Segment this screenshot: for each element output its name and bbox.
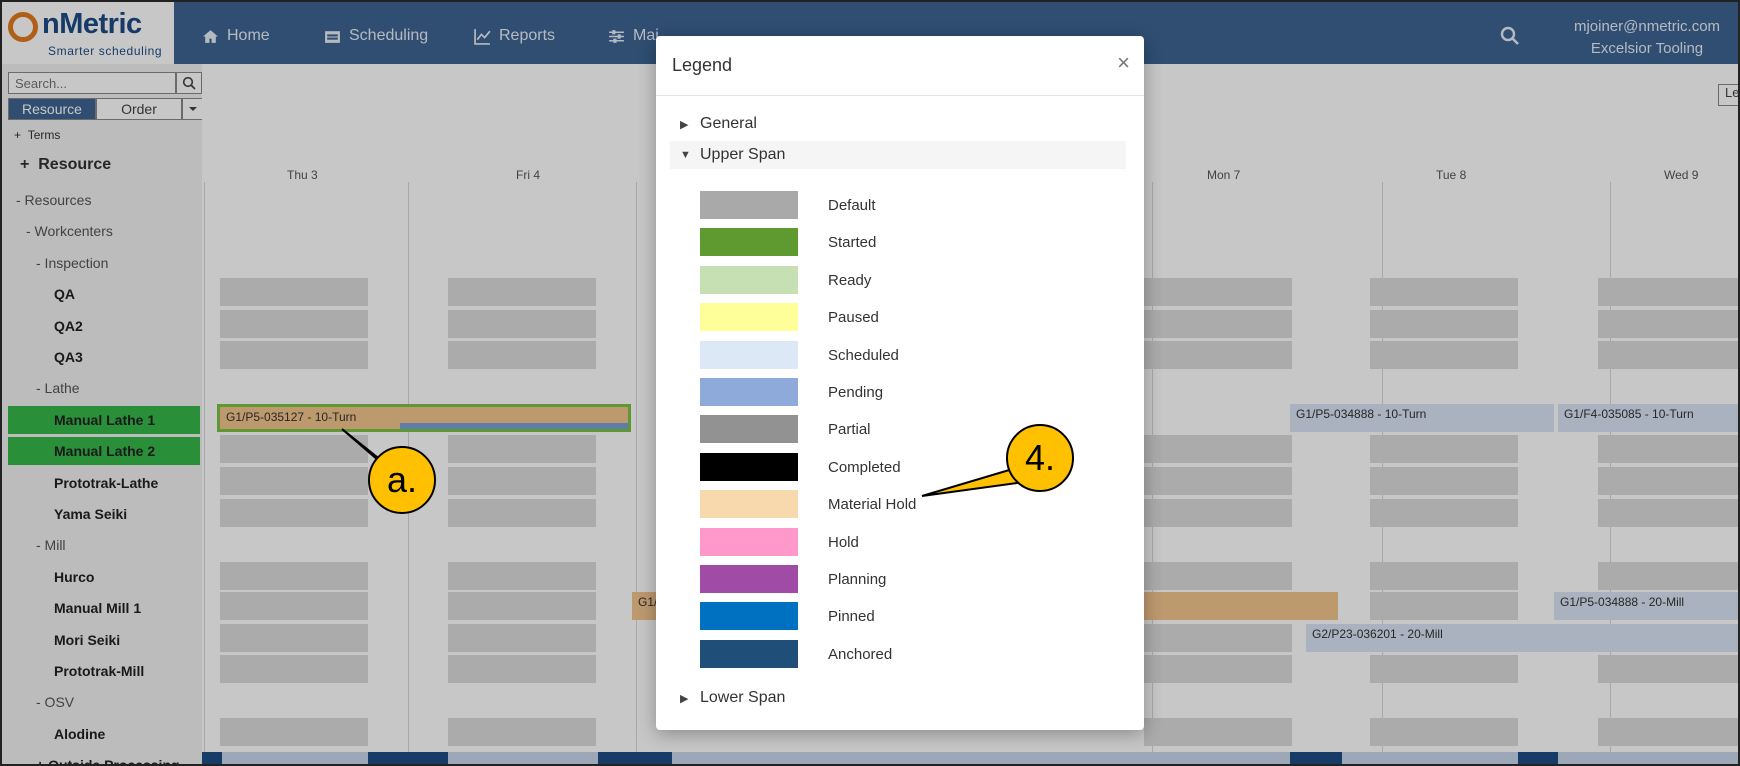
callout-4: 4.	[1006, 424, 1074, 492]
legend-label: Ready	[828, 271, 872, 289]
caret-right-icon: ▶	[680, 118, 689, 131]
legend-swatch	[700, 602, 798, 631]
legend-swatch	[700, 490, 798, 519]
legend-label: Started	[828, 234, 877, 252]
section-upper-label: Upper Span	[700, 146, 786, 163]
legend-label: Completed	[828, 458, 901, 476]
legend-swatch	[700, 452, 798, 481]
legend-label: Paused	[828, 309, 879, 327]
legend-swatch	[700, 565, 798, 593]
legend-label: Default	[828, 197, 876, 214]
legend-swatch	[700, 303, 798, 332]
legend-label: Material Hold	[828, 496, 917, 514]
legend-swatch	[700, 228, 798, 257]
legend-swatch	[700, 415, 798, 444]
legend-label: Scheduled	[828, 346, 899, 364]
callout-a: a.	[368, 446, 436, 514]
caret-down-icon: ▼	[680, 149, 691, 161]
section-lower-label: Lower Span	[700, 689, 786, 706]
legend-swatch	[700, 340, 798, 369]
legend-label: Partial	[828, 421, 871, 439]
legend-swatch	[700, 378, 798, 406]
legend-label: Planning	[828, 571, 887, 588]
section-lower-span[interactable]: ▶ Lower Span	[670, 684, 1126, 712]
legend-swatch	[700, 527, 798, 556]
legend-label: Hold	[828, 533, 859, 551]
legend-swatch	[700, 265, 798, 294]
legend-swatch	[700, 191, 798, 219]
app-frame: nMetric Smarter scheduling Home Scheduli…	[0, 0, 1740, 766]
caret-right-icon: ▶	[680, 692, 689, 705]
section-upper-span[interactable]: ▼ Upper Span	[670, 141, 1126, 169]
section-general-label: General	[700, 115, 757, 132]
legend-modal: Legend × ▶ General ▼ Upper Span Default S…	[656, 36, 1144, 730]
section-general[interactable]: ▶ General	[670, 110, 1126, 138]
legend-swatch	[700, 639, 798, 668]
close-icon[interactable]: ×	[1117, 50, 1130, 76]
modal-title: Legend	[672, 55, 733, 75]
legend-label: Pending	[828, 384, 884, 401]
legend-label: Pinned	[828, 608, 875, 626]
modal-header: Legend ×	[656, 36, 1144, 96]
legend-label: Anchored	[828, 645, 893, 663]
